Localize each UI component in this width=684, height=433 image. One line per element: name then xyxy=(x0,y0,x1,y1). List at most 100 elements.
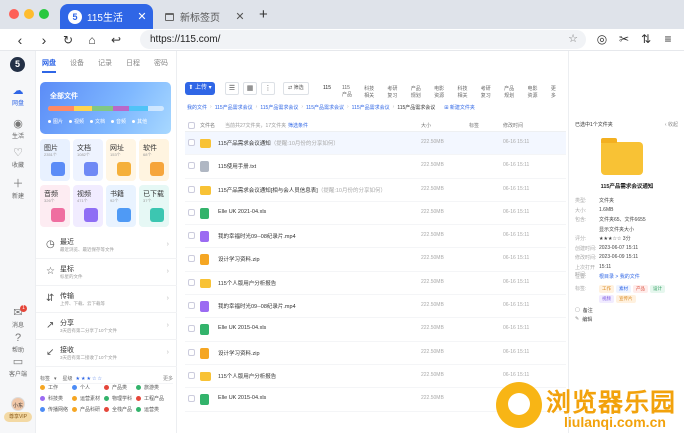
breadcrumb-item[interactable]: 115产品需求会议 xyxy=(352,104,390,111)
tag-item[interactable]: 全栈产品 xyxy=(104,406,136,413)
tag-item[interactable]: 物理学科 xyxy=(104,395,136,402)
quick-tab[interactable]: 科技相关 xyxy=(364,85,376,99)
column-tag[interactable]: 标签 xyxy=(469,122,479,129)
tab-new-tab[interactable]: 新标签页 ✕ xyxy=(159,4,251,29)
breadcrumb-item[interactable]: 我的文件 xyxy=(187,104,207,111)
column-size[interactable]: 大小 xyxy=(421,122,431,129)
quick-tab[interactable]: 产品规划 xyxy=(411,85,423,99)
tab-schedule[interactable]: 日程 xyxy=(126,58,140,73)
rating-stars[interactable]: ★★★☆☆ xyxy=(76,376,103,382)
tag-item[interactable]: 产品类 xyxy=(104,384,136,391)
category-card[interactable]: 已下载 37个 xyxy=(139,185,169,227)
tag-chip[interactable]: 宣传片 xyxy=(616,294,636,303)
row-checkbox[interactable] xyxy=(188,139,195,146)
close-window-button[interactable] xyxy=(9,9,19,19)
sidebar-item-receive[interactable]: ↙ 接收 3天后有第二接收了10个文件 › xyxy=(36,340,177,367)
reload-icon[interactable]: ↻ xyxy=(60,31,76,49)
rail-item-messages[interactable]: ✉ 1 消息 xyxy=(0,305,36,329)
select-all-checkbox[interactable] xyxy=(188,122,195,129)
row-checkbox[interactable] xyxy=(188,255,195,263)
row-checkbox[interactable] xyxy=(188,371,195,379)
tag-item[interactable]: 传播网络 xyxy=(40,406,72,413)
detail-info-value[interactable]: 根目录 > 我的文件 xyxy=(599,273,640,283)
tag-chip[interactable]: 素材 xyxy=(616,284,631,293)
chevron-down-icon[interactable]: ▾ xyxy=(54,376,57,382)
tag-chip[interactable]: 工作 xyxy=(599,284,614,293)
maximize-window-button[interactable] xyxy=(39,9,49,19)
translate-icon[interactable]: ⇅ xyxy=(638,32,654,46)
undo-history-icon[interactable]: ↩ xyxy=(108,31,124,49)
row-checkbox[interactable] xyxy=(188,162,195,170)
home-icon[interactable]: ⌂ xyxy=(84,31,100,49)
category-card[interactable]: 视频 471个 xyxy=(73,185,103,227)
tag-item[interactable]: 科技类 xyxy=(40,395,72,402)
tab-115[interactable]: 5 115生活 ✕ xyxy=(60,4,153,29)
row-checkbox[interactable] xyxy=(188,325,195,333)
category-card[interactable]: 软件 68个 xyxy=(139,139,169,181)
breadcrumb-item[interactable]: 115产品需求会议 xyxy=(397,104,435,111)
table-row[interactable]: 115个人版用户分析报告 222.50MB 06-16 15:11 xyxy=(185,272,566,296)
table-row[interactable]: 115产品需求会议通知（提醒:10月份的分享如何） 222.50MB 06-16 1… xyxy=(185,132,566,156)
tag-item[interactable]: 运营类 xyxy=(136,406,168,413)
tab-devices[interactable]: 设备 xyxy=(70,58,84,73)
breadcrumb-item[interactable]: 115产品需求会议 xyxy=(215,104,253,111)
table-row[interactable]: 设计学习资料.zip 222.50MB 06-16 15:11 xyxy=(185,248,566,272)
quick-tab[interactable]: 科技相关 xyxy=(457,85,469,99)
table-row[interactable]: 115使用手册.txt 222.50MB 06-16 15:11 xyxy=(185,155,566,179)
sidebar-item-starred[interactable]: ☆ 星标 标星的文件 › xyxy=(36,259,177,286)
row-checkbox[interactable] xyxy=(188,208,195,216)
tag-item[interactable]: 工程产品 xyxy=(136,395,168,402)
rail-item-life[interactable]: ◉ 生活 xyxy=(0,118,36,140)
tag-item[interactable]: 运营素材 xyxy=(72,395,104,402)
tag-item[interactable]: 个人 xyxy=(72,384,104,391)
bookmark-star-icon[interactable]: ☆ xyxy=(568,30,578,49)
quick-tab[interactable]: 电影资源 xyxy=(527,85,539,99)
quick-tab[interactable]: 考研复习 xyxy=(387,85,399,99)
quick-tab[interactable]: 115 xyxy=(323,85,331,99)
sidebar-item-recent[interactable]: ◷ 最近 最近浏览、最近保存等文件 › xyxy=(36,232,177,259)
row-checkbox[interactable] xyxy=(188,302,195,310)
quick-tab[interactable]: 电影资源 xyxy=(434,85,446,99)
storage-card[interactable]: 全部文件 图片 视频 文档 音频 其他 xyxy=(40,82,171,134)
forward-icon[interactable]: › xyxy=(36,31,52,49)
scissors-icon[interactable]: ✂ xyxy=(616,32,632,46)
close-icon[interactable]: ✕ xyxy=(233,10,247,23)
table-row[interactable]: 我的幸福时光09--08纪录片.mp4 222.50MB 06-16 15:11 xyxy=(185,295,566,319)
filter-button[interactable]: ⇄ 筛选 xyxy=(283,81,309,95)
back-icon[interactable]: ‹ xyxy=(12,31,28,49)
table-row[interactable]: 我的幸福时光09--08纪录片.mp4 222.50MB 06-16 15:11 xyxy=(185,225,566,249)
close-icon[interactable]: ✕ xyxy=(135,10,149,23)
tag-item[interactable]: 产品科研 xyxy=(72,406,104,413)
edit-button[interactable]: ✎ 编辑 xyxy=(575,316,681,326)
tab-passwords[interactable]: 密码 xyxy=(154,58,168,73)
more-options-icon[interactable]: ⋮ xyxy=(261,81,275,95)
category-card[interactable]: 网址 153个 xyxy=(106,139,136,181)
upload-button[interactable]: ⬆ 上传 ▾ xyxy=(185,81,215,95)
tag-item[interactable]: 旅游类 xyxy=(136,384,168,391)
column-modified-time[interactable]: 修改时间 xyxy=(503,122,523,129)
rail-item-help[interactable]: ? 帮助 xyxy=(0,332,36,354)
grid-view-icon[interactable]: ▦ xyxy=(243,81,257,95)
quick-tab[interactable]: 115产品 xyxy=(342,85,353,99)
tab-netdisk[interactable]: 网盘 xyxy=(42,58,56,73)
table-row[interactable]: 115产品需求会议通知[相与会人员信息表]（提醒:10月份的分享如何） 222.5… xyxy=(185,179,566,202)
column-name[interactable]: 文件名 xyxy=(200,122,215,129)
new-folder-button[interactable]: ⊞ 新建文件夹 xyxy=(444,104,475,111)
row-checkbox[interactable] xyxy=(188,278,195,286)
rail-item-favorites[interactable]: ♡ 收藏 xyxy=(0,147,36,169)
breadcrumb-item[interactable]: 115产品需求会议 xyxy=(306,104,344,111)
row-checkbox[interactable] xyxy=(188,232,195,240)
vip-badge[interactable]: 尊享VIP xyxy=(4,412,32,422)
rail-item-client[interactable]: ▭ 客户端 xyxy=(0,356,36,378)
quick-tab[interactable]: 考研复习 xyxy=(481,85,493,99)
row-checkbox[interactable] xyxy=(188,185,195,193)
tag-chip[interactable]: 产品 xyxy=(633,284,648,293)
quick-tab[interactable]: 产品规划 xyxy=(504,85,516,99)
sidebar-item-transfer[interactable]: ⇵ 传输 上传、下载、云下载等 › xyxy=(36,286,177,313)
detail-note-row[interactable]: ▢ 备注 xyxy=(575,307,681,317)
category-card[interactable]: 音频 326个 xyxy=(40,185,70,227)
tag-chip[interactable]: 设计 xyxy=(650,284,665,293)
more-tags-link[interactable]: 更多 xyxy=(163,375,173,382)
row-checkbox[interactable] xyxy=(188,348,195,356)
list-view-icon[interactable]: ☰ xyxy=(225,81,239,95)
